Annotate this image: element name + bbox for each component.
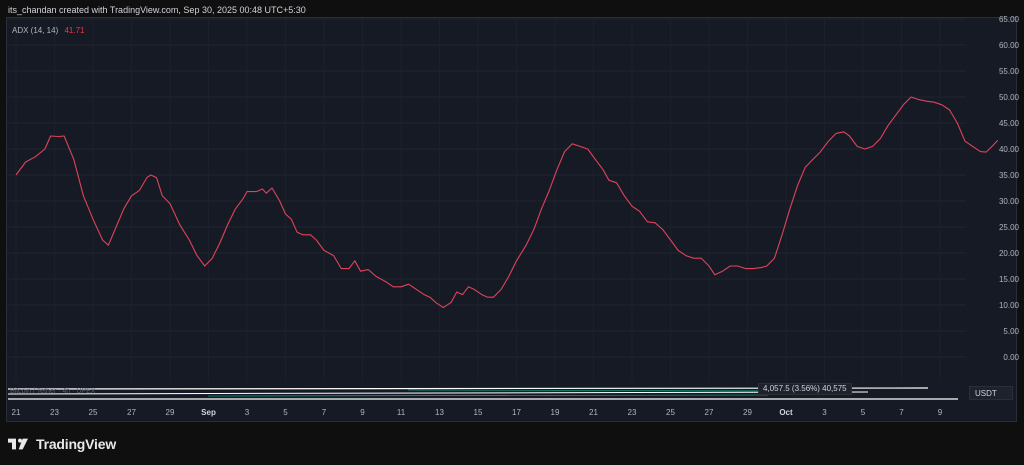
y-tick-label: 15.00 [999,275,1020,284]
x-tick-label: 27 [704,408,714,417]
indicator-name: ADX (14, 14) [12,26,59,35]
x-tick-label: 25 [666,408,675,417]
y-tick-label: 30.00 [999,197,1020,206]
collapsed-pane-title: Bitcoin / Tether · 4h · UPEX [10,388,96,395]
x-axis[interactable]: 21 23 25 27 29 Sep 3 5 7 9 11 13 15 17 19 21 23 25 27 29 Oct… [6,404,966,422]
indicator-legend[interactable]: ADX (14, 14) 41.71 [12,26,85,35]
x-tick-label: 29 [743,408,752,417]
price-info-box: 4,057.5 (3.56%) 40,575 [758,383,852,395]
x-tick-label: 3 [822,408,827,417]
x-tick-label: 23 [627,408,637,417]
x-tick-label: 17 [512,408,521,417]
x-tick-label: Oct [779,408,793,417]
y-tick-label: 5.00 [1003,327,1019,336]
x-tick-label: 7 [321,408,327,417]
y-tick-label: 0.00 [1003,353,1019,362]
tradingview-logo-icon [8,438,28,450]
x-tick-label: 7 [899,408,904,417]
x-tick-label: 29 [165,408,175,417]
grid-lines [7,18,966,382]
x-tick-label: 9 [937,408,943,417]
adx-line [15,96,999,309]
y-axis-labels: 0.00 5.00 10.00 15.00 20.00 25.00 30.00 35.00 40… [999,15,1020,362]
y-tick-label: 10.00 [999,301,1020,310]
tradingview-logo-text: TradingView [36,436,117,452]
x-tick-label: 21 [11,408,21,417]
x-tick-label: 23 [50,408,59,417]
y-tick-label: 25.00 [999,223,1020,232]
x-tick-label: 13 [435,408,444,417]
x-tick-label: 19 [550,408,560,417]
y-tick-label: 65.00 [999,15,1020,24]
x-tick-label: 9 [360,408,365,417]
y-tick-label: 60.00 [999,41,1020,50]
x-tick-label: 25 [88,408,98,417]
x-tick-label: 3 [244,408,250,417]
y-tick-label: 50.00 [999,93,1020,102]
y-tick-label: 40.00 [999,145,1020,154]
x-tick-label: 11 [396,408,406,417]
tradingview-logo[interactable]: TradingView [8,436,116,452]
indicator-value: 41.71 [64,26,85,35]
currency-button[interactable]: USDT [969,386,1013,400]
y-tick-label: 55.00 [999,67,1020,76]
x-tick-label: 5 [860,408,866,417]
x-tick-label: 15 [473,408,483,417]
y-tick-label: 35.00 [999,171,1020,180]
x-tick-label: 5 [283,408,288,417]
x-tick-label: Sep [201,408,216,417]
x-tick-label: 27 [127,408,136,417]
y-tick-label: 45.00 [999,119,1020,128]
y-tick-label: 20.00 [999,249,1020,258]
x-tick-label: 21 [589,408,598,417]
